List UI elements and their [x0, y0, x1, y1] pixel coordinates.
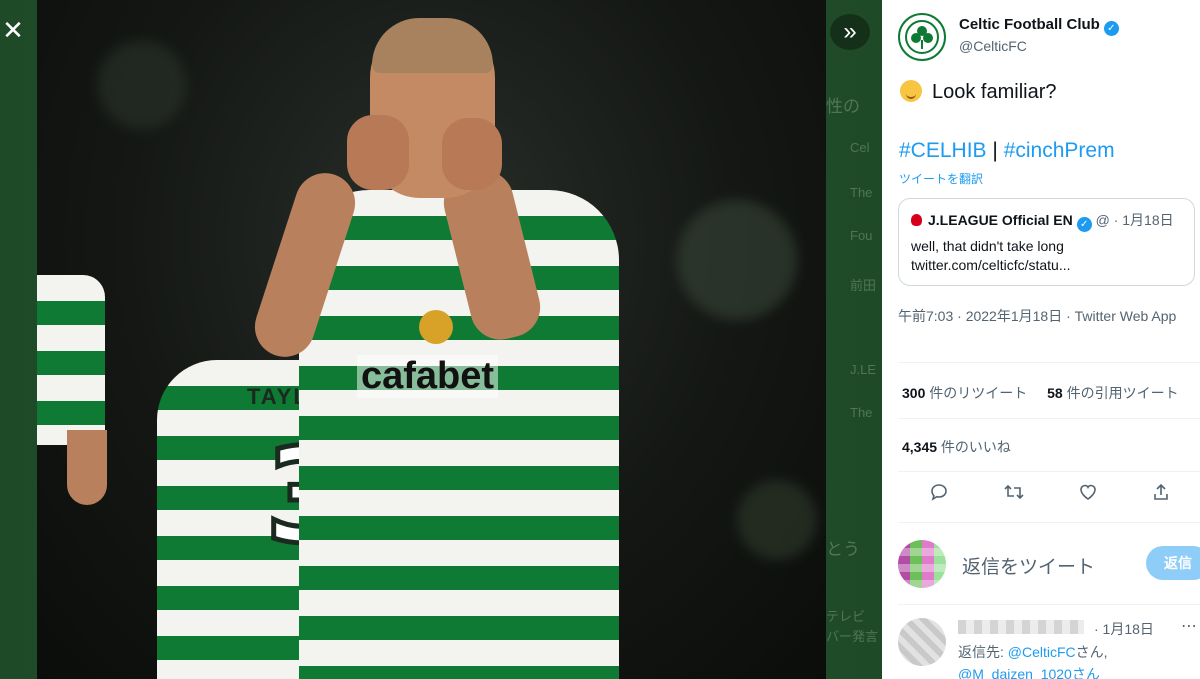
quoted-tweet-header: J.LEAGUE Official EN ✓ @ · 1月18日 [911, 210, 1182, 232]
tweet-photo: TAYLOR 3 cafabet [37, 0, 826, 679]
tweet-body: Look familiar? [900, 80, 1057, 104]
divider [898, 522, 1200, 523]
reply-to: 返信先: @CelticFCさん, [958, 642, 1108, 662]
tweet-text: Look familiar? [932, 81, 1057, 103]
reply-to-link[interactable]: @M_daizen_1020さん [958, 664, 1100, 679]
avatar[interactable] [898, 618, 946, 666]
bokeh-light [737, 480, 817, 560]
close-icon[interactable]: ✕ [0, 12, 26, 48]
reply-icon[interactable] [926, 482, 952, 508]
player-hand-left [347, 115, 409, 190]
avatar[interactable] [898, 540, 946, 588]
likes-label: 件のいいね [937, 439, 1011, 455]
retweet-stat[interactable]: 300 件のリツイート [902, 385, 1027, 401]
account-name-text: Celtic Football Club [959, 16, 1100, 33]
reply-tweet[interactable]: · 1月18日 ⋯ 返信先: @CelticFCさん, @M_daizen_10… [898, 612, 1200, 679]
quoted-link: twitter.com/celticfc/statu... [911, 257, 1071, 273]
bokeh-light [97, 40, 187, 130]
media-viewer: 性の Cel The Fou 前田 J.LE The とう テレビ バー発言 T… [0, 0, 882, 679]
quoted-text: well, that didn't take long [911, 238, 1064, 254]
background-hint: J.LE [850, 362, 877, 377]
double-chevron-right-icon[interactable]: » [830, 14, 870, 50]
retweet-icon[interactable] [1001, 482, 1027, 508]
divider [898, 362, 1200, 363]
player-left-arm [67, 430, 107, 505]
background-hint: The [850, 185, 873, 200]
account-avatar[interactable] [898, 13, 946, 61]
divider [898, 471, 1200, 472]
retweet-label: 件のリツイート [925, 385, 1028, 401]
quote-stat[interactable]: 58 件の引用ツイート [1047, 385, 1178, 401]
quoted-account-name: J.LEAGUE Official EN [928, 212, 1073, 228]
tweet-detail-panel: Celtic Football Club ✓ @CelticFC Look fam… [882, 0, 1200, 679]
retweet-count: 300 [902, 385, 926, 401]
background-hint: Cel [850, 140, 870, 155]
shirt-crest [419, 310, 453, 344]
quote-label: 件の引用ツイート [1062, 385, 1179, 401]
account-name[interactable]: Celtic Football Club ✓ [959, 16, 1119, 36]
hashtag-link[interactable]: #CELHIB [899, 139, 987, 162]
shirt-sponsor: cafabet [357, 355, 499, 398]
share-icon[interactable] [1148, 482, 1174, 508]
quote-count: 58 [1047, 385, 1063, 401]
more-icon[interactable]: ⋯ [1181, 616, 1197, 636]
likes-count: 4,345 [902, 439, 938, 455]
quoted-handle: @ [1095, 212, 1110, 228]
quoted-date: · 1月18日 [1113, 212, 1174, 228]
retweet-quote-stats: 300 件のリツイート 58 件の引用ツイート [902, 383, 1179, 403]
reply-to-link[interactable]: @CelticFC [1008, 644, 1076, 660]
background-hint: 性の [826, 97, 860, 116]
reply-to-suffix: さん, [1075, 644, 1108, 660]
background-hint: 前田 [850, 278, 877, 293]
jleague-logo-icon [911, 214, 922, 226]
account-handle[interactable]: @CelticFC [959, 38, 1027, 54]
reply-to-prefix: 返信先: [958, 644, 1008, 660]
quoted-tweet[interactable]: J.LEAGUE Official EN ✓ @ · 1月18日 well, th… [898, 198, 1195, 286]
smirk-emoji-icon [900, 80, 922, 102]
tweet-hashtags: #CELHIB | #cinchPrem [899, 139, 1115, 163]
divider [898, 418, 1200, 419]
verified-badge-icon: ✓ [1103, 21, 1119, 36]
player-hand-right [442, 118, 502, 190]
background-hint: バー発言 [826, 629, 879, 644]
bokeh-light [677, 200, 797, 320]
verified-badge-icon: ✓ [1076, 217, 1092, 232]
like-icon[interactable] [1075, 482, 1101, 508]
likes-stat[interactable]: 4,345 件のいいね [902, 437, 1011, 457]
background-hint: The [850, 405, 873, 420]
background-hint: とう [826, 540, 860, 559]
hashtag-link[interactable]: #cinchPrem [1004, 139, 1115, 162]
background-hint: Fou [850, 228, 873, 243]
quoted-date-text: 1月18日 [1122, 212, 1174, 228]
divider [898, 604, 1200, 605]
reply-input[interactable]: 返信をツイート [962, 552, 1095, 579]
translate-tweet-link[interactable]: ツイートを翻訳 [899, 170, 983, 187]
tweet-timestamp[interactable]: 午前7:03 · 2022年1月18日 · Twitter Web App [898, 306, 1188, 327]
player-hair [372, 18, 493, 73]
tweet-actions [898, 482, 1198, 508]
hashtag-separator: | [992, 139, 998, 162]
reply-author-redacted [958, 620, 1084, 634]
reply-date: · 1月18日 [1094, 621, 1154, 637]
player-left-edge [37, 275, 105, 445]
background-hint: テレビ [826, 609, 866, 624]
celtic-crest-icon [905, 20, 939, 54]
reply-button[interactable]: 返信 [1146, 546, 1200, 580]
reply-composer: 返信をツイート 返信 [898, 536, 1200, 592]
